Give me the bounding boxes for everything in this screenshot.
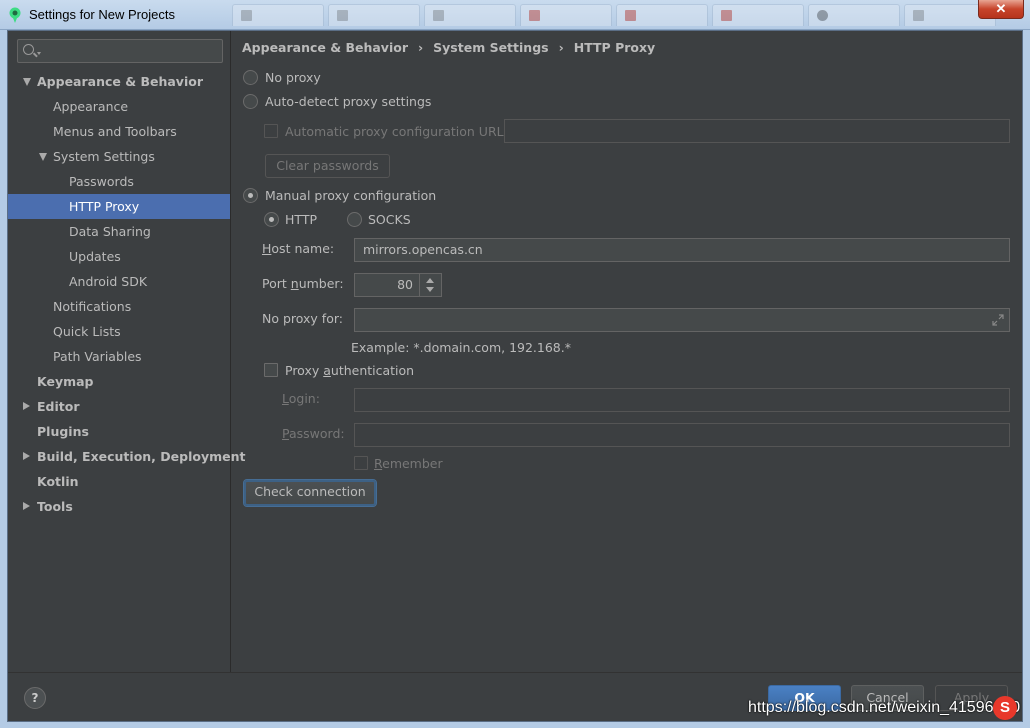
sidebar-item-http-proxy[interactable]: HTTP Proxy [8,194,230,219]
port-number-label: Port number: [262,276,344,291]
password-field[interactable] [354,423,1010,447]
password-label: Password: [282,426,345,441]
expanded-arrow-icon[interactable] [23,78,31,86]
sidebar-item-label: Menus and Toolbars [53,124,177,139]
proxy-auth-label[interactable]: Proxy authentication [285,363,414,378]
breadcrumb-item: Appearance & Behavior [242,40,408,55]
search-icon [23,44,34,55]
sidebar-item-build-execution-deployment[interactable]: Build, Execution, Deployment [8,444,245,469]
no-proxy-for-field[interactable] [354,308,1010,332]
auto-config-url-checkbox[interactable] [264,124,278,138]
http-proxy-panel: Appearance & Behavior › System Settings › HT… [232,31,1022,672]
window-title-bar: Settings for New Projects ✕ [0,0,1030,30]
background-browser-tabs [232,4,996,26]
expand-icon[interactable] [992,314,1004,326]
auto-config-url-label: Automatic proxy configuration URL: [285,124,508,139]
sidebar-item-label: Path Variables [53,349,142,364]
settings-search-input[interactable] [17,39,223,63]
breadcrumb-separator-icon: › [418,40,424,55]
sidebar-item-label: Updates [69,249,121,264]
sidebar-item-label: Data Sharing [69,224,151,239]
help-icon[interactable]: ? [24,687,46,709]
sidebar-item-data-sharing[interactable]: Data Sharing [8,219,230,244]
sidebar-item-appearance-behavior[interactable]: Appearance & Behavior [8,69,230,94]
decrement-arrow-icon[interactable] [426,287,434,292]
sidebar-item-label: Editor [37,399,80,414]
remember-label: Remember [374,456,443,471]
expanded-arrow-icon[interactable] [39,153,47,161]
sidebar-item-label: Tools [37,499,73,514]
manual-proxy-radio[interactable] [243,188,258,203]
breadcrumb-separator-icon: › [558,40,564,55]
no-proxy-example-text: Example: *.domain.com, 192.168.* [351,340,571,355]
sidebar-item-plugins[interactable]: Plugins [8,419,230,444]
sidebar-item-label: Notifications [53,299,132,314]
sidebar-item-passwords[interactable]: Passwords [8,169,230,194]
clear-passwords-button[interactable]: Clear passwords [265,154,390,178]
settings-sidebar: Appearance & Behavior Appearance Menus and… [8,31,245,672]
breadcrumb: Appearance & Behavior › System Settings › HT… [242,40,655,55]
search-history-dropdown-icon[interactable] [37,52,41,55]
watermark-text: https://blog.csdn.net/weixin_41596250 [748,699,1021,716]
sidebar-item-notifications[interactable]: Notifications [8,294,230,319]
sidebar-item-label: Build, Execution, Deployment [37,449,246,464]
proxy-auth-checkbox[interactable] [264,363,278,377]
sidebar-item-appearance[interactable]: Appearance [8,94,230,119]
no-proxy-radio[interactable] [243,70,258,85]
sidebar-item-menus-and-toolbars[interactable]: Menus and Toolbars [8,119,230,144]
sidebar-item-quick-lists[interactable]: Quick Lists [8,319,230,344]
sidebar-item-tools[interactable]: Tools [8,494,230,519]
check-connection-button[interactable]: Check connection [244,480,376,506]
sidebar-item-label: Appearance [53,99,129,114]
settings-tree: Appearance & Behavior Appearance Menus and… [8,69,245,519]
sidebar-item-label: Keymap [37,374,94,389]
breadcrumb-item: System Settings [433,40,549,55]
increment-arrow-icon[interactable] [426,278,434,283]
sidebar-item-editor[interactable]: Editor [8,394,230,419]
window-close-button[interactable]: ✕ [978,0,1024,19]
login-label: Login: [282,391,320,406]
socks-protocol-label[interactable]: SOCKS [368,212,411,227]
settings-dialog: Appearance & Behavior Appearance Menus and… [7,30,1023,722]
auto-config-url-field[interactable] [504,119,1010,143]
sidebar-item-label: Android SDK [69,274,148,289]
http-protocol-label[interactable]: HTTP [285,212,317,227]
no-proxy-for-label: No proxy for: [262,311,343,326]
port-number-stepper[interactable]: 80 [354,273,442,297]
host-name-label: Host name: [262,241,335,256]
manual-proxy-label[interactable]: Manual proxy configuration [265,188,436,203]
collapsed-arrow-icon[interactable] [23,502,30,510]
sidebar-item-path-variables[interactable]: Path Variables [8,344,230,369]
socks-protocol-radio[interactable] [347,212,362,227]
breadcrumb-item: HTTP Proxy [573,40,656,55]
sidebar-item-label: Passwords [69,174,134,189]
sidebar-item-label: Quick Lists [53,324,121,339]
sidebar-item-label: Appearance & Behavior [37,74,203,89]
remember-checkbox[interactable] [354,456,368,470]
sidebar-item-system-settings[interactable]: System Settings [8,144,230,169]
sidebar-item-keymap[interactable]: Keymap [8,369,230,394]
port-spinner[interactable] [419,274,441,296]
auto-detect-radio[interactable] [243,94,258,109]
sidebar-item-kotlin[interactable]: Kotlin [8,469,230,494]
android-studio-icon [9,7,21,23]
window-title: Settings for New Projects [29,7,175,22]
login-field[interactable] [354,388,1010,412]
http-protocol-radio[interactable] [264,212,279,227]
auto-detect-label[interactable]: Auto-detect proxy settings [265,94,431,109]
collapsed-arrow-icon[interactable] [23,402,30,410]
sidebar-item-android-sdk[interactable]: Android SDK [8,269,230,294]
collapsed-arrow-icon[interactable] [23,452,30,460]
sidebar-item-label: System Settings [53,149,155,164]
no-proxy-label[interactable]: No proxy [265,70,321,85]
port-number-value[interactable]: 80 [397,274,413,296]
sidebar-item-label: Plugins [37,424,89,439]
sidebar-item-label: HTTP Proxy [69,199,140,214]
host-name-field[interactable]: mirrors.opencas.cn [354,238,1010,262]
sidebar-item-label: Kotlin [37,474,79,489]
sogou-logo-icon: S [993,696,1017,720]
sidebar-item-updates[interactable]: Updates [8,244,230,269]
